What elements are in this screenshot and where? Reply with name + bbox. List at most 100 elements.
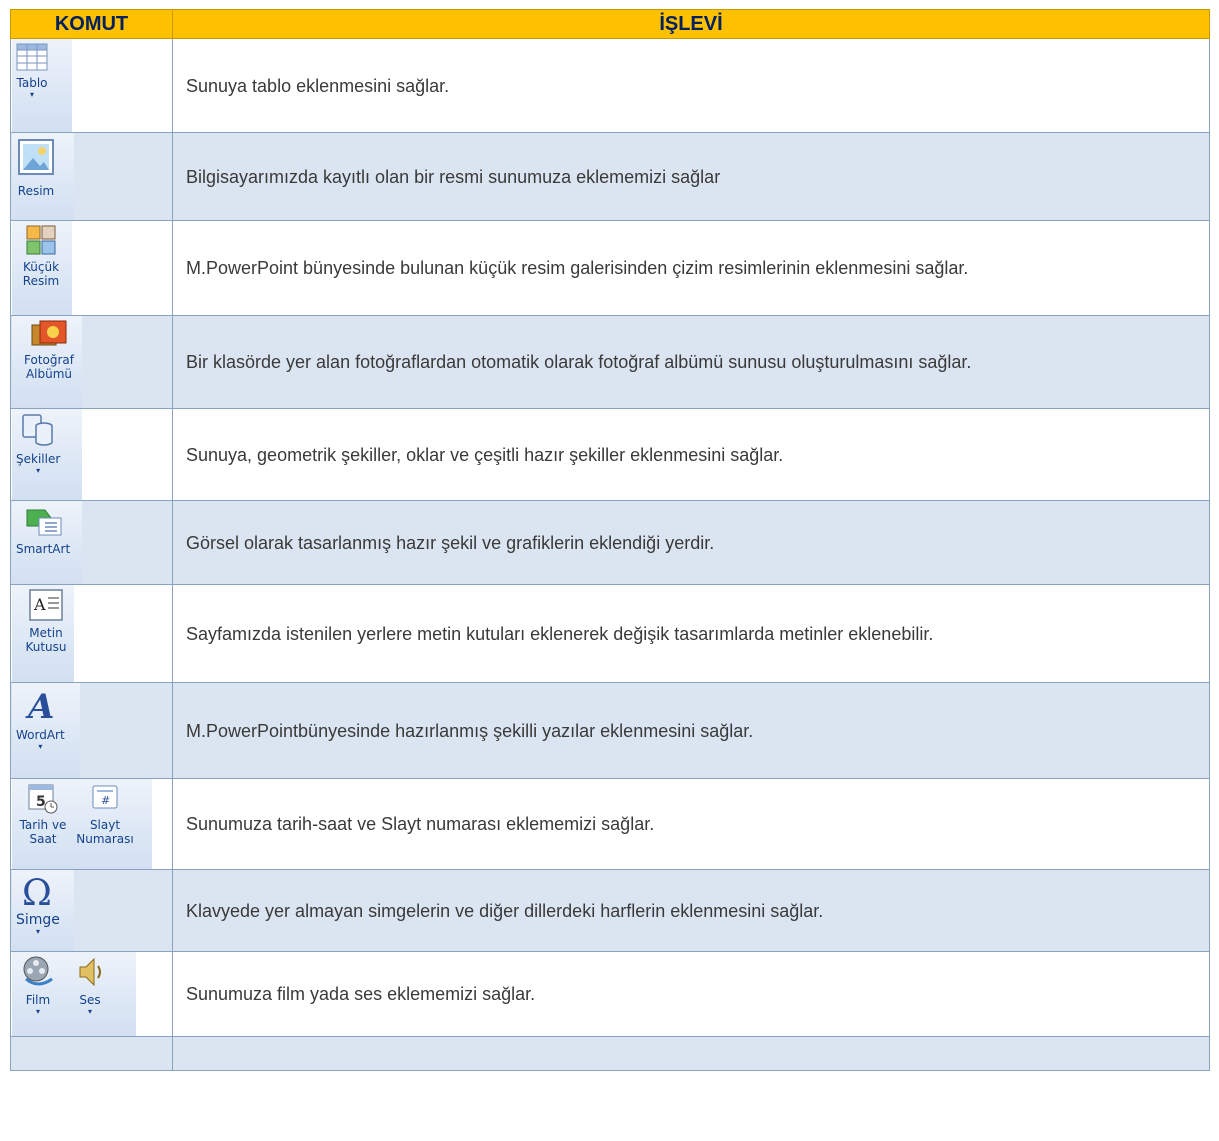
wordart-button[interactable]: A WordArt ▾ [16,683,65,778]
chevron-down-icon: ▾ [29,90,34,99]
description-cell: M.PowerPointbünyesinde hazırlanmış şekil… [172,682,1210,779]
ribbon-group: Film ▾ Ses ▾ [12,952,136,1036]
chevron-down-icon: ▾ [36,466,41,475]
description-cell: Görsel olarak tasarlanmış hazır şekil ve… [172,500,1210,585]
button-label: SmartArt [16,542,71,556]
description-cell: Bir klasörde yer alan fotoğraflardan oto… [172,315,1210,409]
table-row: Resim Bilgisayarımızda kayıtlı olan bir … [10,132,1210,221]
button-label: Tarih ve Saat [19,818,67,846]
command-cell: Ω Simge ▾ [10,869,173,952]
table-row: 5 Tarih ve Saat # Slayt Numarası Sunumuz… [10,778,1210,870]
description-cell: Sayfamızda istenilen yerlere metin kutul… [172,584,1210,683]
svg-text:A: A [25,687,54,724]
ribbon-group: SmartArt [12,501,82,584]
picture-icon [18,139,54,175]
text-box-button[interactable]: A Metin Kutusu [16,585,76,682]
description-cell: Sunumuza film yada ses eklememizi sağlar… [172,951,1210,1037]
ribbon-group: A WordArt ▾ [12,683,80,778]
command-cell: Film ▾ Ses ▾ [10,951,173,1037]
table-icon [16,43,48,71]
text-box-icon: A [29,589,63,621]
table-header-row: KOMUT İŞLEVİ [10,9,1210,39]
header-function: İŞLEVİ [172,9,1210,39]
command-cell: A WordArt ▾ [10,682,173,779]
table-row: A Metin Kutusu Sayfamızda istenilen yerl… [10,584,1210,683]
chevron-down-icon: ▾ [35,1007,40,1016]
command-cell: Tablo ▾ [10,38,173,133]
table-row: Küçük Resim M.PowerPoint bünyesinde bulu… [10,220,1210,316]
button-label: Slayt Numarası [76,818,134,846]
ribbon-group: A Metin Kutusu [12,585,74,682]
table-row: A WordArt ▾ M.PowerPointbünyesinde hazır… [10,682,1210,779]
photo-album-icon [31,320,67,346]
chevron-down-icon: ▾ [38,742,43,751]
command-cell: SmartArt [10,500,173,585]
svg-text:A: A [33,595,46,614]
command-cell: Küçük Resim [10,220,173,316]
table-row-empty [10,1036,1210,1071]
button-label: WordArt [16,728,65,742]
ribbon-group: Ω Simge ▾ [12,870,74,951]
description-cell: Bilgisayarımızda kayıtlı olan bir resmi … [172,132,1210,221]
shapes-icon [22,414,53,446]
description-cell: Sunuya, geometrik şekiller, oklar ve çeş… [172,408,1210,501]
chevron-down-icon: ▾ [87,1007,92,1016]
date-time-button[interactable]: 5 Tarih ve Saat [16,779,70,869]
sound-button[interactable]: Ses ▾ [74,952,106,1036]
description-cell: M.PowerPoint bünyesinde bulunan küçük re… [172,220,1210,316]
empty-cell [10,1036,173,1071]
command-cell: Resim [10,132,173,221]
command-table: KOMUT İŞLEVİ Tablo ▾ Sunuya tablo eklenm… [10,9,1210,1071]
command-cell: 5 Tarih ve Saat # Slayt Numarası [10,778,173,870]
button-label: Küçük Resim [22,260,60,288]
table-row: Tablo ▾ Sunuya tablo eklenmesini sağlar. [10,38,1210,133]
table-row: Film ▾ Ses ▾ Sunumuza film yada ses ekle… [10,951,1210,1037]
picture-button[interactable]: Resim [16,133,56,220]
description-cell: Klavyede yer almayan simgelerin ve diğer… [172,869,1210,952]
button-label: Şekiller [16,452,61,466]
button-label: Film [25,993,51,1007]
ribbon-group: Küçük Resim [12,221,72,315]
ribbon-group: Tablo ▾ [12,39,72,132]
ribbon-group: Şekiller ▾ [12,409,82,500]
film-reel-icon [23,956,53,986]
table-button[interactable]: Tablo ▾ [16,39,48,132]
date-time-icon: 5 [28,784,58,814]
film-button[interactable]: Film ▾ [20,952,56,1036]
shapes-button[interactable]: Şekiller ▾ [16,409,60,500]
ribbon-group: 5 Tarih ve Saat # Slayt Numarası [12,779,152,869]
svg-text:Ω: Ω [22,873,52,909]
smartart-icon [26,509,62,536]
button-label: Simge [16,912,60,928]
slide-number-icon: # [92,785,118,809]
command-cell: Şekiller ▾ [10,408,173,501]
button-label: Tablo [16,76,48,90]
omega-symbol-icon: Ω [22,873,52,909]
table-row: Fotoğraf Albümü Bir klasörde yer alan fo… [10,315,1210,409]
empty-cell [172,1036,1210,1071]
command-cell: Fotoğraf Albümü [10,315,173,409]
description-cell: Sunuya tablo eklenmesini sağlar. [172,38,1210,133]
smartart-button[interactable]: SmartArt [16,501,70,584]
svg-text:5: 5 [36,794,46,810]
button-label: Metin Kutusu [25,626,67,654]
table-row: Ω Simge ▾ Klavyede yer almayan simgeleri… [10,869,1210,952]
table-row: Şekiller ▾ Sunuya, geometrik şekiller, o… [10,408,1210,501]
button-label: Ses [79,993,101,1007]
photo-album-button[interactable]: Fotoğraf Albümü [16,316,82,408]
svg-text:#: # [101,794,110,807]
wordart-icon: A [25,687,54,724]
header-command: KOMUT [10,9,173,39]
slide-number-button[interactable]: # Slayt Numarası [74,779,136,869]
button-label: Resim [17,184,55,198]
ribbon-group: Resim [12,133,74,220]
clipart-button[interactable]: Küçük Resim [16,221,66,315]
button-label: Fotoğraf Albümü [24,353,74,381]
command-cell: A Metin Kutusu [10,584,173,683]
description-cell: Sunumuza tarih-saat ve Slayt numarası ek… [172,778,1210,870]
clipart-icon [26,225,56,255]
symbol-button[interactable]: Ω Simge ▾ [16,870,60,951]
table-row: SmartArt Görsel olarak tasarlanmış hazır… [10,500,1210,585]
chevron-down-icon: ▾ [35,927,40,936]
speaker-icon [79,957,101,987]
